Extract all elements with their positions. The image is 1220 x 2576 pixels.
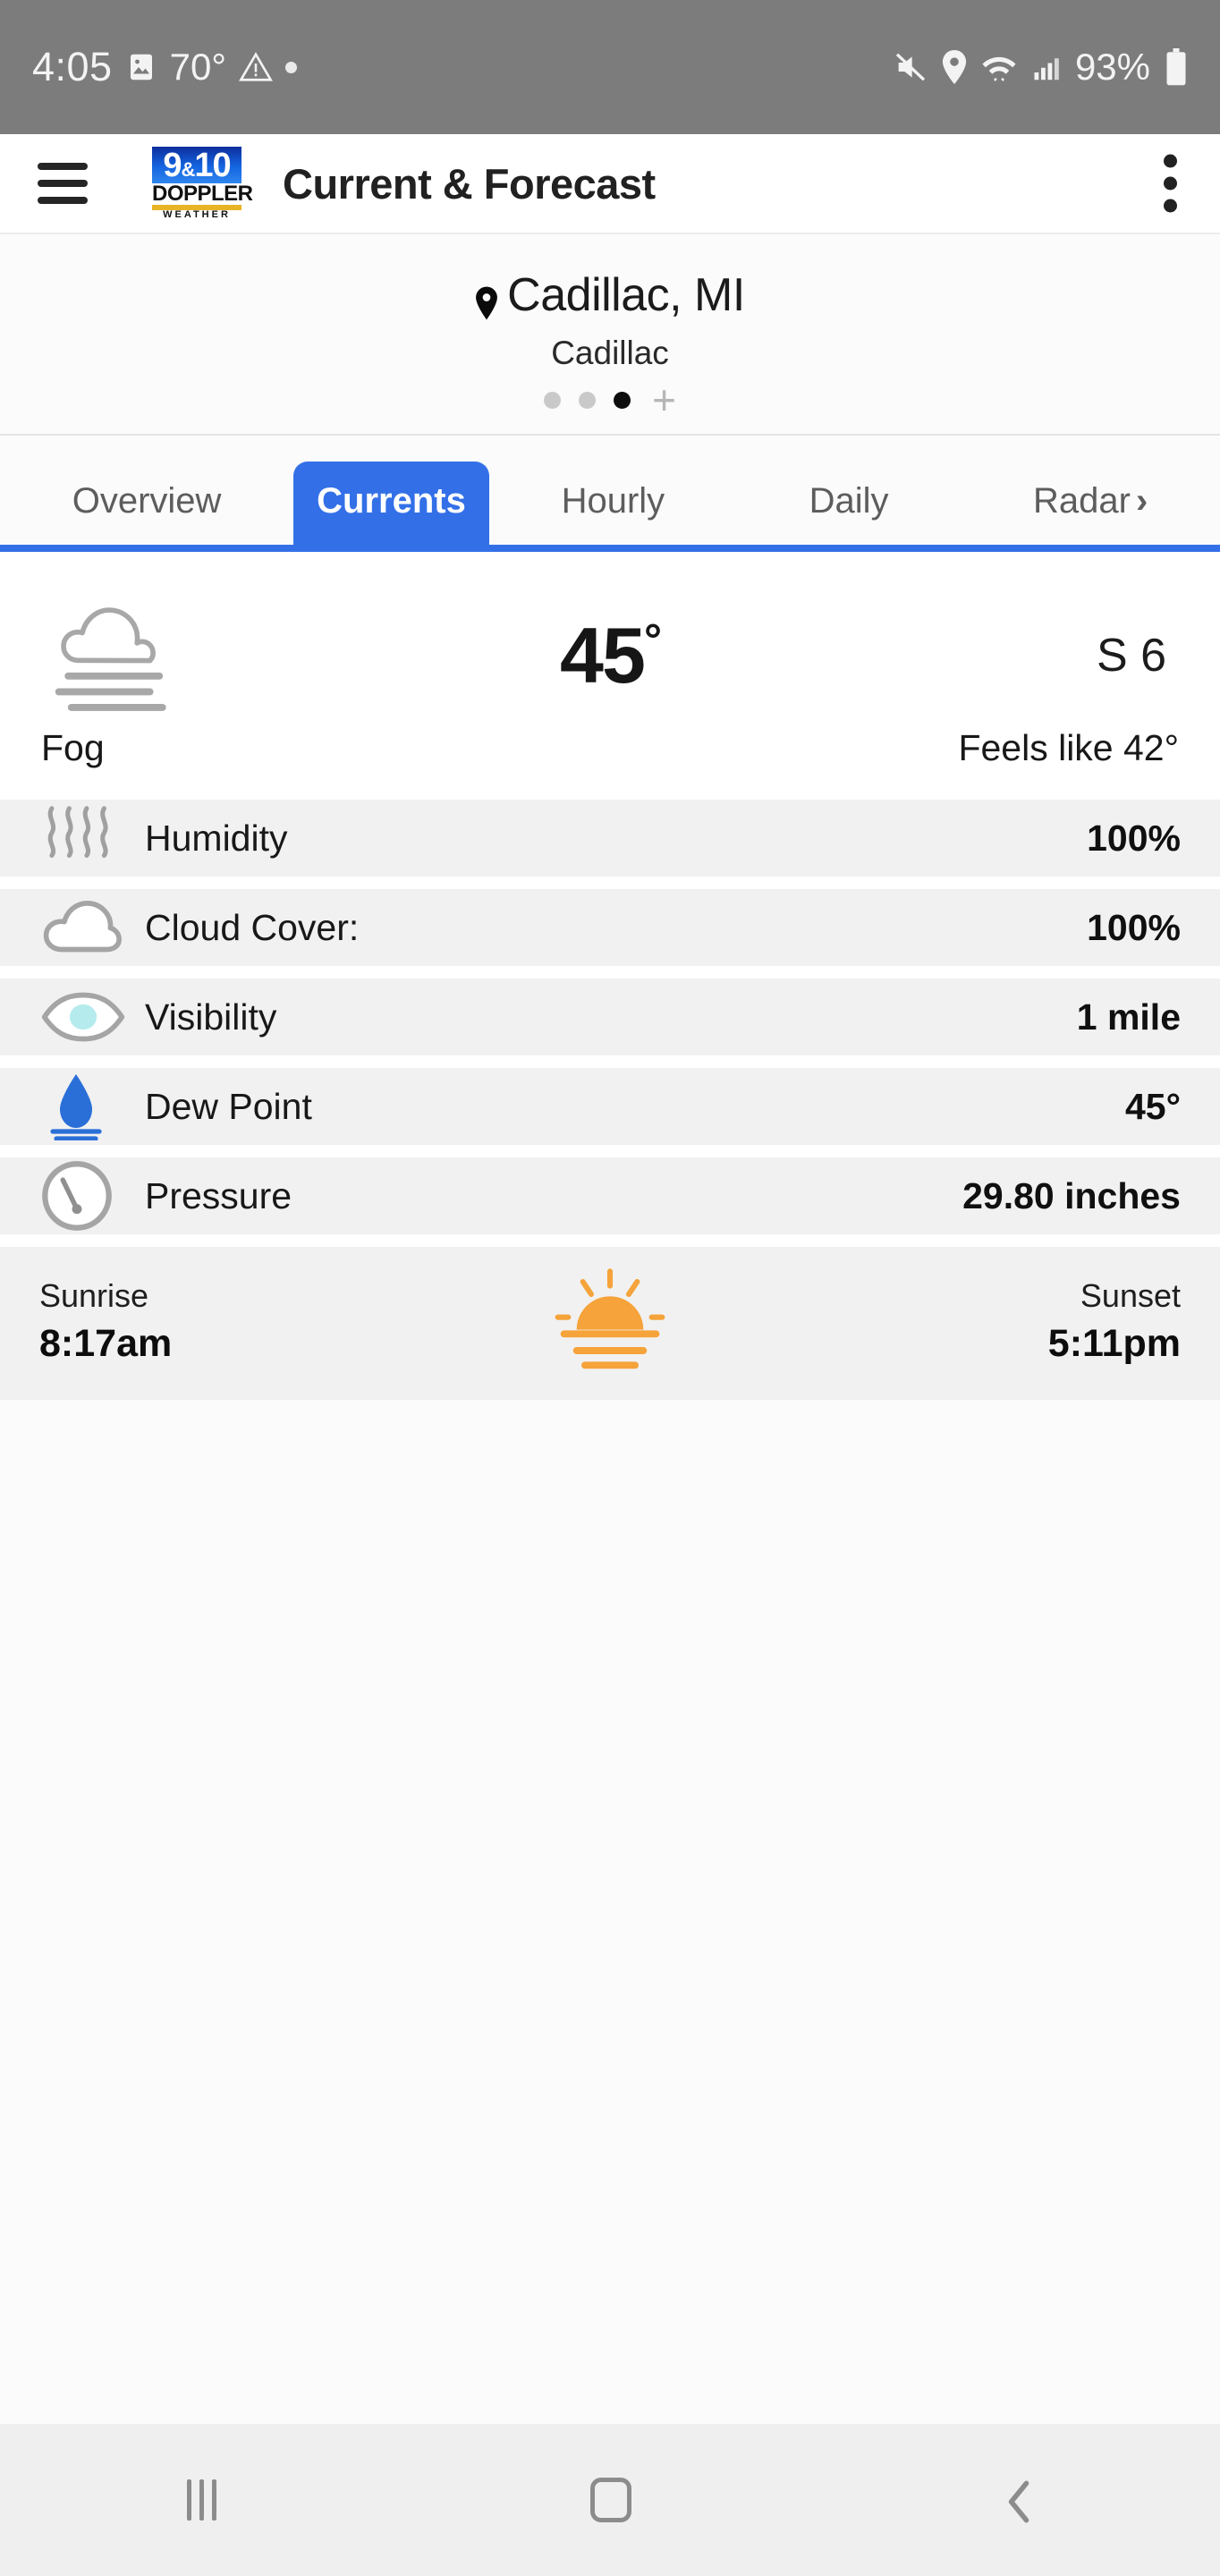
sunrise-sunset-icon	[547, 1267, 673, 1377]
app-window: 4:05 70° 93% 9&10 DOPPLER WEATHER Curren…	[0, 0, 1220, 2576]
hamburger-menu-icon[interactable]	[38, 163, 88, 204]
tab-bar: Overview Currents Hourly Daily Radar ›	[0, 436, 1220, 552]
temp-value: 45	[560, 611, 646, 699]
feels-like-text: Feels like 42°	[958, 727, 1179, 768]
hamburger-line	[38, 180, 88, 187]
pager-dot-active[interactable]	[614, 392, 631, 409]
back-icon[interactable]	[1006, 2479, 1033, 2523]
recents-bar	[212, 2479, 217, 2521]
battery-percent: 93%	[1074, 46, 1150, 88]
cloud-icon	[39, 895, 140, 960]
dot-icon	[285, 61, 298, 73]
current-conditions: 45° S 6	[0, 552, 1220, 722]
status-clock: 4:05	[32, 44, 113, 89]
location-sublabel: Cadillac	[551, 335, 669, 371]
recents-bar	[187, 2479, 192, 2521]
detail-label: Humidity	[145, 817, 288, 859]
hamburger-line	[38, 163, 88, 170]
location-pin-icon	[941, 50, 968, 84]
sunset-value: 5:11pm	[1047, 1322, 1181, 1365]
hamburger-line	[38, 197, 88, 204]
dew-point-droplet-icon	[39, 1072, 140, 1140]
recents-bar	[199, 2479, 205, 2521]
tab-overview[interactable]: Overview	[0, 462, 293, 545]
current-temperature: 45°	[247, 610, 973, 701]
home-icon[interactable]	[590, 2478, 632, 2522]
detail-value: 100%	[1087, 906, 1181, 948]
detail-row-humidity: Humidity 100%	[0, 800, 1220, 877]
location-pager: +	[0, 379, 1220, 420]
fog-icon	[41, 597, 247, 714]
tab-radar-label: Radar	[1032, 481, 1131, 521]
humidity-waves-icon	[39, 803, 140, 873]
detail-value: 100%	[1087, 817, 1181, 859]
warning-triangle-icon	[239, 50, 274, 84]
status-temp: 70°	[169, 46, 227, 88]
detail-row-cloud-cover: Cloud Cover: 100%	[0, 889, 1220, 966]
photo-icon	[125, 51, 157, 83]
detail-label: Pressure	[145, 1174, 292, 1216]
sunrise-label: Sunrise	[39, 1277, 149, 1314]
pressure-gauge-icon	[39, 1158, 140, 1233]
tab-daily[interactable]: Daily	[737, 462, 961, 545]
detail-value: 29.80 inches	[962, 1174, 1181, 1216]
tab-currents[interactable]: Currents	[293, 462, 489, 545]
detail-value: 1 mile	[1076, 996, 1181, 1038]
sunrise-sunset-band: Sunrise 8:17am Sunset 5:11pm	[0, 1247, 1220, 1400]
cellular-signal-icon	[1030, 51, 1063, 83]
sunrise-block: Sunrise 8:17am	[39, 1277, 308, 1366]
kebab-dot	[1164, 154, 1177, 168]
map-pin-icon	[475, 278, 498, 320]
detail-row-pressure: Pressure 29.80 inches	[0, 1157, 1220, 1234]
tab-hourly[interactable]: Hourly	[489, 462, 737, 545]
sunset-label: Sunset	[1080, 1277, 1181, 1314]
page-title: Current & Forecast	[283, 159, 656, 208]
condition-summary: Fog Feels like 42°	[0, 722, 1220, 800]
kebab-menu-icon[interactable]	[1164, 154, 1177, 213]
detail-label: Cloud Cover:	[145, 906, 360, 948]
detail-value: 45°	[1124, 1085, 1181, 1127]
eye-visibility-icon	[39, 989, 140, 1045]
status-bar-right: 93%	[893, 46, 1188, 89]
kebab-dot	[1164, 176, 1177, 191]
logo-channel-number: 9&10	[152, 147, 241, 183]
tab-radar[interactable]: Radar ›	[961, 462, 1220, 545]
content-filler	[0, 1400, 1220, 2424]
logo-weather-text: WEATHER	[163, 209, 231, 220]
condition-text: Fog	[41, 727, 105, 768]
status-bar-left: 4:05 70°	[32, 44, 298, 90]
location-header[interactable]: Cadillac, MI	[0, 268, 1220, 322]
chevron-right-icon: ›	[1135, 481, 1148, 521]
app-logo: 9&10 DOPPLER WEATHER	[152, 147, 253, 220]
location-card: Cadillac, MI Cadillac +	[0, 233, 1220, 436]
degree-symbol: °	[643, 614, 662, 665]
wind-readout: S 6	[1096, 630, 1166, 682]
add-location-button[interactable]: +	[652, 379, 676, 420]
pager-dot[interactable]	[579, 392, 597, 409]
location-city: Cadillac, MI	[507, 269, 745, 321]
kebab-dot	[1164, 199, 1177, 213]
volume-mute-icon	[893, 49, 928, 85]
wifi-icon	[980, 50, 1018, 84]
detail-rows: Humidity 100% Cloud Cover: 100% Visibili…	[0, 800, 1220, 1247]
detail-row-dew-point: Dew Point 45°	[0, 1068, 1220, 1145]
detail-row-visibility: Visibility 1 mile	[0, 979, 1220, 1055]
recents-icon[interactable]	[187, 2479, 217, 2521]
status-bar: 4:05 70° 93%	[0, 0, 1220, 134]
battery-icon	[1165, 48, 1188, 86]
logo-doppler-text: DOPPLER	[152, 182, 253, 206]
sunrise-value: 8:17am	[39, 1322, 173, 1365]
android-nav-bar	[0, 2424, 1220, 2576]
sunset-block: Sunset 5:11pm	[912, 1277, 1181, 1366]
detail-label: Visibility	[145, 996, 277, 1038]
detail-label: Dew Point	[145, 1085, 312, 1127]
app-bar: 9&10 DOPPLER WEATHER Current & Forecast	[0, 134, 1220, 233]
pager-dot[interactable]	[544, 392, 562, 409]
